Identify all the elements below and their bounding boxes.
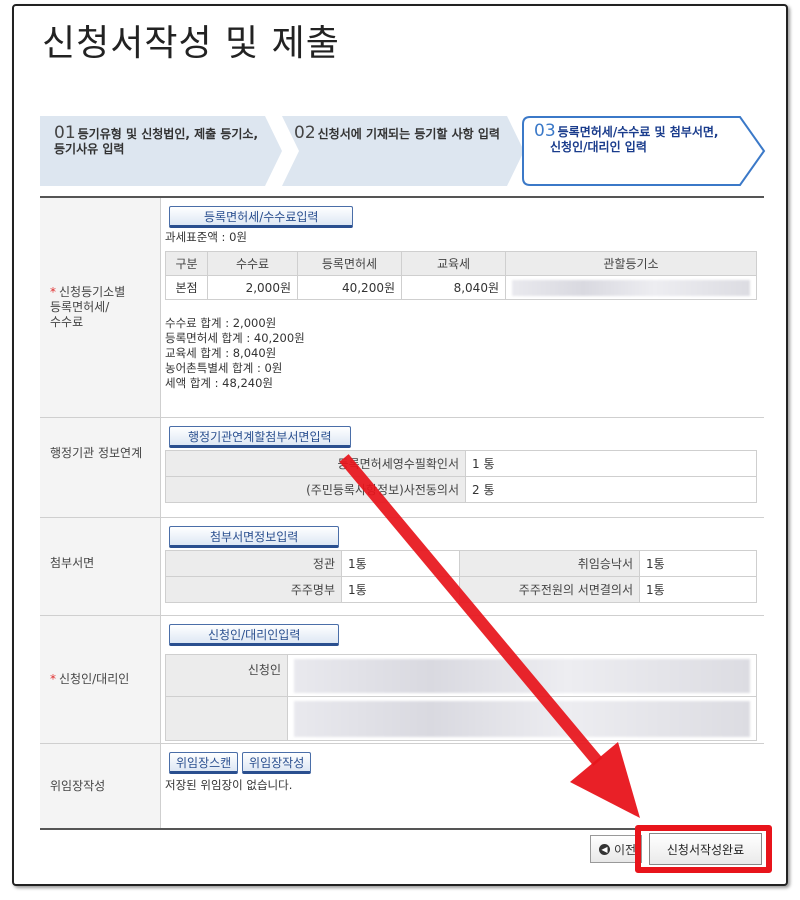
applicant-label: * 신청인/대리인	[40, 616, 160, 743]
required-mark: *	[50, 285, 56, 299]
poa-row: 위임장작성 위임장스캔 위임장작성 저장된 위임장이 없습니다.	[40, 744, 764, 830]
admin-link-label: 행정기관 정보연계	[40, 418, 160, 517]
admin-link-row: 행정기관 정보연계 행정기관연계할첨부서면입력 등록면허세영수필확인서 1 통 …	[40, 418, 764, 518]
attachment-name: 주주명부	[165, 576, 342, 603]
poa-write-button[interactable]: 위임장작성	[242, 752, 312, 774]
tax-base-text: 과세표준액 : 0원	[165, 230, 247, 244]
arrow-left-circle-icon: ◀	[599, 843, 610, 855]
step-3-label-2: 신청인/대리인 입력	[550, 140, 647, 154]
admin-doc-table: 등록면허세영수필확인서 1 통 (주민등록사항정보)사전동의서 2 통	[165, 450, 757, 503]
fee-summary: 수수료 합계 : 2,000원 등록면허세 합계 : 40,200원 교육세 합…	[165, 316, 764, 391]
doc-count: 2 통	[465, 476, 757, 503]
step-3-label: 등록면허세/수수료 및 첨부서면,	[557, 125, 719, 139]
attachment-name: 정관	[165, 550, 342, 577]
step-1-label: 등기유형 및 신청법인, 제출 등기소,	[77, 127, 259, 141]
applicant-info	[287, 654, 757, 697]
col-header: 관할등기소	[505, 251, 757, 276]
table-row: 정관 1통 취임승낙서 1통	[165, 550, 757, 577]
prev-label: 이전	[614, 842, 637, 857]
poa-scan-button[interactable]: 위임장스캔	[169, 752, 239, 774]
step-3-number: 03	[534, 121, 556, 141]
summary-line: 수수료 합계 : 2,000원	[165, 316, 277, 330]
table-row: 등록면허세영수필확인서 1 통	[165, 450, 757, 477]
poa-message: 저장된 위임장이 없습니다.	[165, 778, 293, 792]
poa-label: 위임장작성	[40, 744, 160, 829]
attachment-input-button[interactable]: 첨부서면정보입력	[169, 526, 340, 548]
highlight-box	[635, 825, 772, 873]
step-1[interactable]: 01 등기유형 및 신청법인, 제출 등기소, 등기사유 입력	[40, 116, 282, 186]
attachment-name: 주주전원의 서면결의서	[459, 576, 640, 603]
attachment-count: 1통	[341, 550, 460, 577]
table-row: (주민등록사항정보)사전동의서 2 통	[165, 476, 757, 503]
attachment-count: 1통	[639, 576, 757, 603]
step-2[interactable]: 02 신청서에 기재되는 등기할 사항 입력	[282, 116, 524, 186]
attachment-table: 정관 1통 취임승낙서 1통 주주명부 1통 주주전원의 서면결의서 1통	[165, 550, 757, 603]
table-row: 신청인	[165, 654, 757, 697]
fees-row: * 신청등기소별 등록면허세/ 수수료 등록면허세/수수료입력 과세표준액 : 0…	[40, 198, 764, 418]
step-1-number: 01	[54, 123, 76, 143]
reg-tax-amount: 40,200원	[297, 275, 402, 300]
applicant-row: * 신청인/대리인 신청인/대리인입력 신청인	[40, 616, 764, 744]
application-form: * 신청등기소별 등록면허세/ 수수료 등록면허세/수수료입력 과세표준액 : 0…	[40, 196, 764, 830]
fee-input-button[interactable]: 등록면허세/수수료입력	[169, 206, 354, 228]
registry-office	[505, 275, 757, 300]
attachments-label: 첨부서면	[40, 518, 160, 615]
step-3[interactable]: 03 등록면허세/수수료 및 첨부서면, 신청인/대리인 입력	[522, 116, 766, 186]
doc-count: 1 통	[465, 450, 757, 477]
table-row	[165, 696, 757, 741]
required-mark: *	[50, 672, 56, 686]
applicant-table: 신청인	[165, 654, 757, 741]
col-header: 교육세	[401, 251, 506, 276]
step-indicator: 01 등기유형 및 신청법인, 제출 등기소, 등기사유 입력 02 신청서에 기재…	[40, 116, 770, 188]
applicant-info	[287, 696, 757, 741]
attachment-count: 1통	[341, 576, 460, 603]
summary-line: 등록면허세 합계 : 40,200원	[165, 331, 305, 345]
step-2-number: 02	[294, 123, 316, 143]
attachments-row: 첨부서면 첨부서면정보입력 정관 1통 취임승낙서 1통 주주명부 1통 주주전…	[40, 518, 764, 616]
attachment-count: 1통	[639, 550, 757, 577]
step-2-label: 신청서에 기재되는 등기할 사항 입력	[317, 127, 500, 141]
edu-tax-amount: 8,040원	[401, 275, 506, 300]
col-header: 구분	[165, 251, 208, 276]
page-title: 신청서작성 및 제출	[42, 23, 340, 64]
summary-line: 세액 합계 : 48,240원	[165, 376, 273, 390]
summary-line: 농어촌특별세 합계 : 0원	[165, 361, 283, 375]
fee-table: 구분 수수료 등록면허세 교육세 관할등기소 본점 2,000원 40,200원…	[165, 251, 757, 300]
summary-line: 교육세 합계 : 8,040원	[165, 346, 277, 360]
fee-type: 본점	[165, 275, 208, 300]
fee-amount: 2,000원	[207, 275, 298, 300]
step-1-label-2: 등기사유 입력	[54, 142, 125, 156]
fees-label: * 신청등기소별 등록면허세/ 수수료	[40, 198, 160, 417]
col-header: 등록면허세	[297, 251, 402, 276]
admin-doc-button[interactable]: 행정기관연계할첨부서면입력	[169, 426, 351, 448]
table-row: 주주명부 1통 주주전원의 서면결의서 1통	[165, 576, 757, 603]
doc-name: 등록면허세영수필확인서	[165, 450, 466, 477]
col-header: 수수료	[207, 251, 298, 276]
doc-name: (주민등록사항정보)사전동의서	[165, 476, 466, 503]
table-row: 본점 2,000원 40,200원 8,040원	[165, 275, 757, 300]
attachment-name: 취임승낙서	[459, 550, 640, 577]
applicant-row-label: 신청인	[165, 654, 288, 697]
applicant-input-button[interactable]: 신청인/대리인입력	[169, 624, 340, 646]
